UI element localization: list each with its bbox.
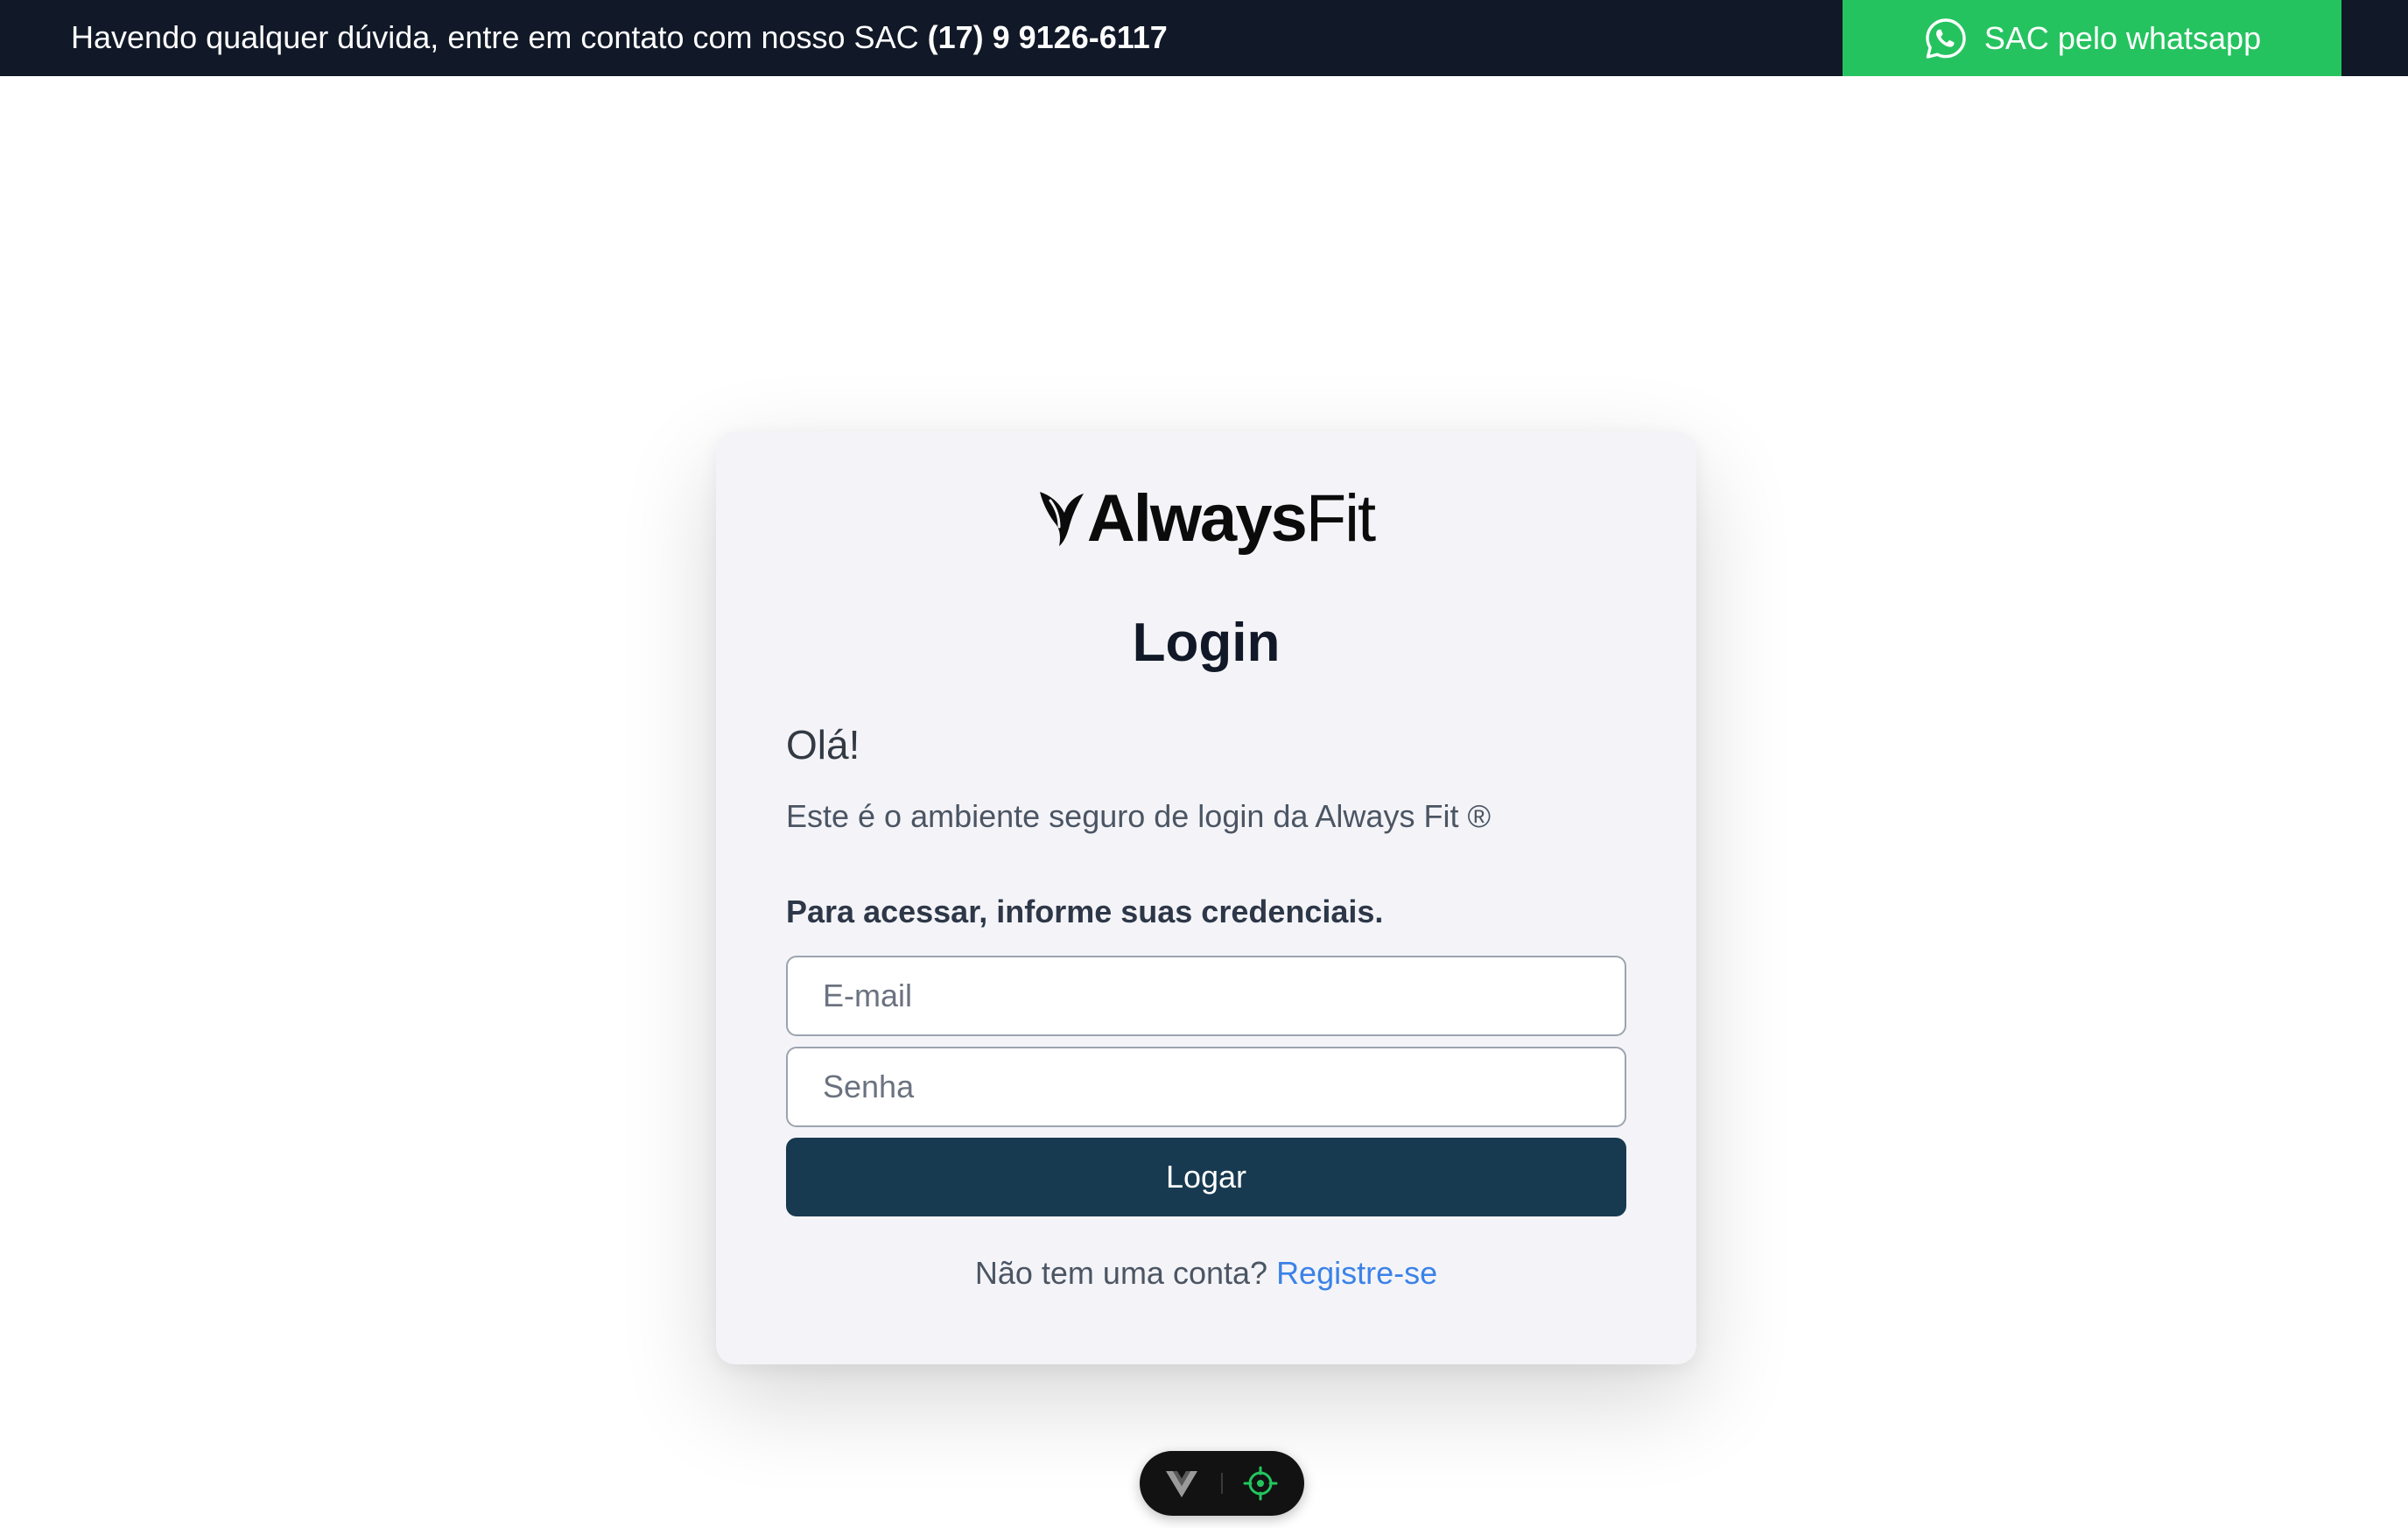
- logo-wordmark-fit: Fit: [1305, 481, 1376, 556]
- target-icon[interactable]: [1243, 1466, 1278, 1501]
- login-submit-button[interactable]: Logar: [786, 1138, 1626, 1216]
- login-card: AlwaysFit Login Olá! Este é o ambiente s…: [716, 431, 1696, 1364]
- whatsapp-icon: [1923, 16, 1969, 61]
- sac-message-text: Havendo qualquer dúvida, entre em contat…: [71, 19, 928, 55]
- greeting-text: Olá!: [786, 722, 860, 768]
- sac-phone-number[interactable]: (17) 9 9126-6117: [928, 19, 1168, 55]
- page-title: Login: [1132, 613, 1281, 673]
- sac-message: Havendo qualquer dúvida, entre em contat…: [71, 0, 1168, 76]
- credentials-label: Para acessar, informe suas credenciais.: [786, 894, 1384, 929]
- logo-wordmark: AlwaysFit: [1086, 480, 1376, 558]
- whatsapp-button-label: SAC pelo whatsapp: [1983, 19, 2262, 56]
- top-announcement-bar: Havendo qualquer dúvida, entre em contat…: [0, 0, 2408, 76]
- alwaysfit-logo: AlwaysFit: [716, 480, 1696, 558]
- register-link[interactable]: Registre-se: [1276, 1255, 1437, 1291]
- logo-wordmark-always: Always: [1086, 481, 1308, 556]
- toolbar-divider: [1221, 1473, 1223, 1494]
- leaf-mark-icon: [1038, 490, 1085, 548]
- vue-logo-icon[interactable]: [1164, 1466, 1199, 1501]
- password-field[interactable]: [786, 1047, 1626, 1127]
- whatsapp-sac-button[interactable]: SAC pelo whatsapp: [1843, 0, 2341, 76]
- email-field[interactable]: [786, 956, 1626, 1036]
- devtools-toolbar: [1140, 1451, 1304, 1516]
- register-prompt: Não tem uma conta? Registre-se: [716, 1254, 1696, 1293]
- intro-text: Este é o ambiente seguro de login da Alw…: [786, 798, 1491, 834]
- register-prompt-text: Não tem uma conta?: [974, 1255, 1268, 1291]
